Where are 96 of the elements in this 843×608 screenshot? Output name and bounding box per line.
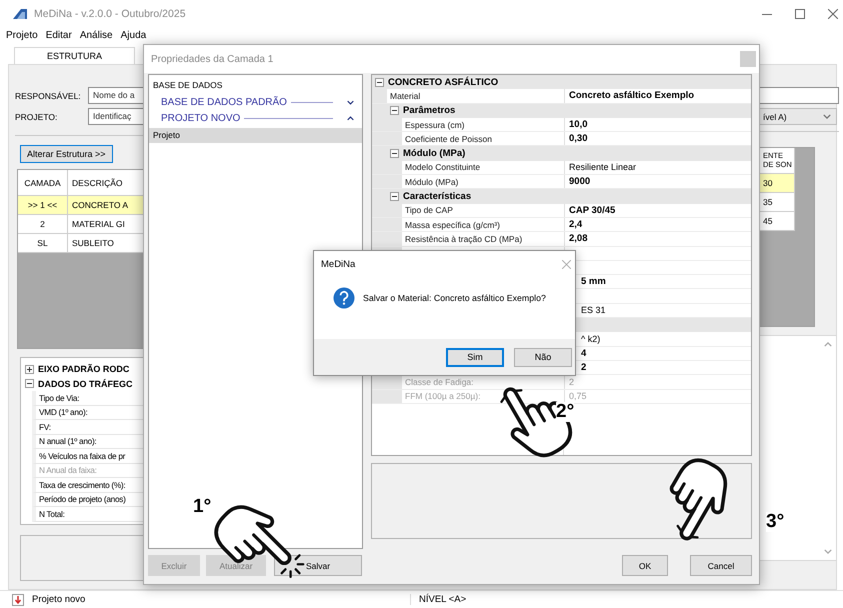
tree-item: N Anual da faixa: [39, 465, 97, 476]
property-label: Massa específica (g/cm³) [405, 220, 500, 230]
status-text: NÍVEL <A> [410, 594, 466, 605]
message-title: MeDiNa [321, 258, 356, 270]
column-header: CAMADA [18, 170, 68, 195]
property-value: 0,75 [569, 391, 587, 402]
property-value: 2,08 [569, 233, 588, 244]
property-label: Espessura (cm) [405, 120, 465, 130]
dropdown-value: ível A) [763, 112, 787, 122]
category-label: Parâmetros [403, 105, 456, 116]
table-cell: 45 [757, 212, 795, 231]
window-title: MeDiNa - v.2.0.0 - Outubro/2025 [34, 8, 186, 20]
table-cell: 35 [757, 193, 795, 212]
property-value: 2 [569, 376, 574, 387]
database-heading: BASE DE DADOS [152, 80, 224, 92]
property-value: ^ k2) [581, 334, 600, 344]
chevron-down-icon [823, 114, 831, 119]
property-label: FFM (100µ a 250µ): [405, 391, 480, 402]
list-item[interactable]: Projeto [149, 128, 362, 143]
property-value: CAP 30/45 [569, 204, 616, 216]
field-label: RESPONSÁVEL: [15, 90, 82, 100]
property-label: Módulo (MPa) [405, 176, 458, 187]
table-row[interactable]: SL SUBLEITO [18, 234, 143, 253]
table-row[interactable]: 2 MATERIAL GI [18, 215, 143, 234]
message-button[interactable]: Não [514, 348, 572, 366]
tree-category: DADOS DO TRÁFEGC [38, 378, 132, 389]
alter-structure-button[interactable]: Alterar Estrutura >> [20, 145, 113, 163]
tree-item: N anual (1º ano): [39, 436, 96, 446]
minus-box-icon[interactable] [390, 106, 399, 116]
group-header[interactable]: PROJETO NOVO [161, 112, 240, 124]
table-cell: SL [18, 234, 68, 252]
property-value: Resiliente Linear [569, 162, 636, 172]
table-cell-text: MATERIAL GI [71, 218, 126, 231]
tree-item: Período de projeto (anos) [39, 494, 126, 504]
property-value: Concreto asfáltico Exemplo [569, 90, 694, 102]
property-value: 9000 [569, 176, 590, 188]
table-row[interactable]: >> 1 << CONCRETO A [18, 196, 143, 215]
column-header: DESCRIÇÃO [71, 176, 124, 190]
table-cell-text: CONCRETO A [71, 199, 130, 212]
text-field[interactable] [757, 87, 839, 104]
tree-item: N Total: [39, 508, 65, 519]
menu-item[interactable]: Ajuda [116, 28, 150, 42]
maximize-icon[interactable] [795, 9, 805, 19]
property-value: 10,0 [569, 119, 588, 130]
property-value: ES 31 [581, 305, 606, 316]
step-label: 2° [556, 402, 574, 422]
property-label: Resistência à tração CD (MPa) [405, 234, 522, 244]
app-logo-icon [12, 8, 28, 20]
tree-item: Taxa de crescimento (%): [39, 480, 126, 490]
property-value: 2,4 [569, 219, 582, 230]
category-label: Características [403, 191, 472, 202]
property-value: 4 [581, 348, 586, 359]
menu-item[interactable]: Editar [42, 28, 76, 42]
dialog-button[interactable]: OK [622, 555, 668, 576]
property-label: Coeficiente de Poisson [405, 134, 492, 144]
close-icon[interactable] [828, 9, 838, 19]
group-header[interactable]: BASE DE DADOS PADRÃO [161, 96, 287, 108]
tree-item: % Veículos na faixa de pr [39, 450, 126, 461]
question-icon [333, 287, 355, 309]
chevron-up-icon[interactable] [347, 116, 354, 120]
property-label: Material [390, 90, 420, 101]
minus-box-icon[interactable] [375, 78, 384, 87]
dropdown[interactable]: ível A) [757, 108, 837, 125]
property-label: Classe de Fadiga: [405, 376, 474, 387]
table-cell: 30 [757, 174, 795, 193]
tree-item: FV: [39, 422, 51, 432]
tree-item: Tipo de Via: [39, 392, 80, 403]
property-label: Modelo Constituinte [405, 162, 480, 172]
menu-item[interactable]: Projeto [2, 28, 42, 42]
status-icon [12, 594, 24, 606]
message-button[interactable]: Sim [446, 348, 504, 366]
menu-item[interactable]: Análise [76, 28, 117, 42]
field-label: PROJETO: [15, 112, 58, 122]
table-cell-text: SUBLEITO [71, 237, 115, 250]
dialog-button[interactable]: Cancel [690, 555, 752, 576]
category-label: CONCRETO ASFÁLTICO [388, 76, 498, 88]
property-value: 2 [581, 362, 586, 374]
property-value: 5 mm [581, 276, 606, 288]
text-field[interactable]: Nome do a [88, 87, 143, 104]
dialog-title: Propriedades da Camada 1 [151, 54, 274, 64]
tree-category: EIXO PADRÃO RODC [38, 364, 130, 374]
property-value: 0,30 [569, 133, 588, 144]
category-label: Módulo (MPa) [403, 148, 466, 160]
status-text: Projeto novo [32, 594, 86, 605]
tab[interactable]: ESTRUTURA [14, 47, 135, 64]
tree-item: VMD (1º ano): [39, 407, 88, 418]
table-cell: >> 1 << [18, 196, 68, 214]
plus-box-icon[interactable] [25, 364, 34, 374]
property-label: Tipo de CAP [405, 205, 453, 216]
minus-box-icon[interactable] [25, 379, 34, 388]
chevron-down-icon[interactable] [347, 100, 354, 104]
message-text: Salvar o Material: Concreto asfáltico Exemplo? [363, 293, 546, 303]
table-cell: 2 [18, 215, 68, 233]
text-field[interactable]: Identificaç [88, 108, 143, 125]
minus-box-icon[interactable] [390, 192, 399, 202]
minus-box-icon[interactable] [390, 149, 399, 158]
